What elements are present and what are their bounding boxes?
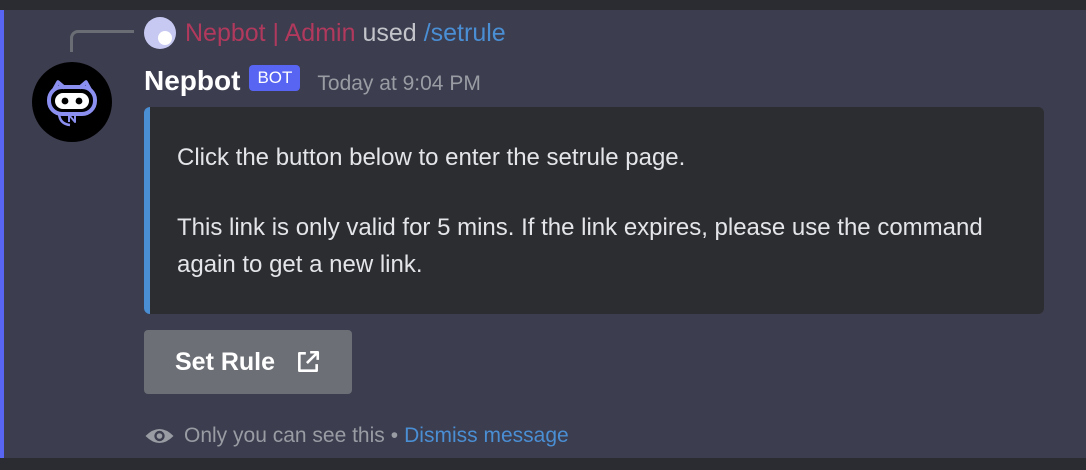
embed-line-2: This link is only valid for 5 mins. If t… xyxy=(177,214,983,278)
bot-badge: BOT xyxy=(249,65,301,91)
embed-line-1: Click the button below to enter the setr… xyxy=(177,144,686,171)
author-username[interactable]: Nepbot xyxy=(144,65,240,97)
message-highlight-bar xyxy=(0,10,4,458)
reply-command[interactable]: /setrule xyxy=(424,19,506,48)
ephemeral-notice: Only you can see this • Dismiss message xyxy=(144,420,569,452)
reply-avatar[interactable] xyxy=(144,17,176,49)
message-timestamp: Today at 9:04 PM xyxy=(317,72,481,95)
separator-dot: • xyxy=(390,424,399,447)
message-embed: Click the button below to enter the setr… xyxy=(144,107,1044,314)
nepbot-logo-icon xyxy=(47,80,97,127)
reply-username[interactable]: Nepbot | Admin xyxy=(185,19,355,48)
avatar[interactable] xyxy=(32,62,112,142)
set-rule-button-label: Set Rule xyxy=(174,347,276,376)
eye-icon xyxy=(145,429,174,443)
ephemeral-text: Only you can see this xyxy=(184,424,385,447)
reply-spine xyxy=(70,30,134,52)
external-link-icon xyxy=(298,350,320,372)
reply-used-text: used xyxy=(362,18,417,47)
set-rule-button[interactable]: Set Rule xyxy=(144,330,352,394)
command-reference[interactable]: Nepbot | Admin used /setrule xyxy=(144,16,506,50)
message-header: Nepbot BOT Today at 9:04 PM xyxy=(144,61,481,101)
bot-message: Nepbot | Admin used /setrule Nepbot BOT … xyxy=(0,10,1086,458)
dismiss-message-link[interactable]: Dismiss message xyxy=(404,424,569,448)
